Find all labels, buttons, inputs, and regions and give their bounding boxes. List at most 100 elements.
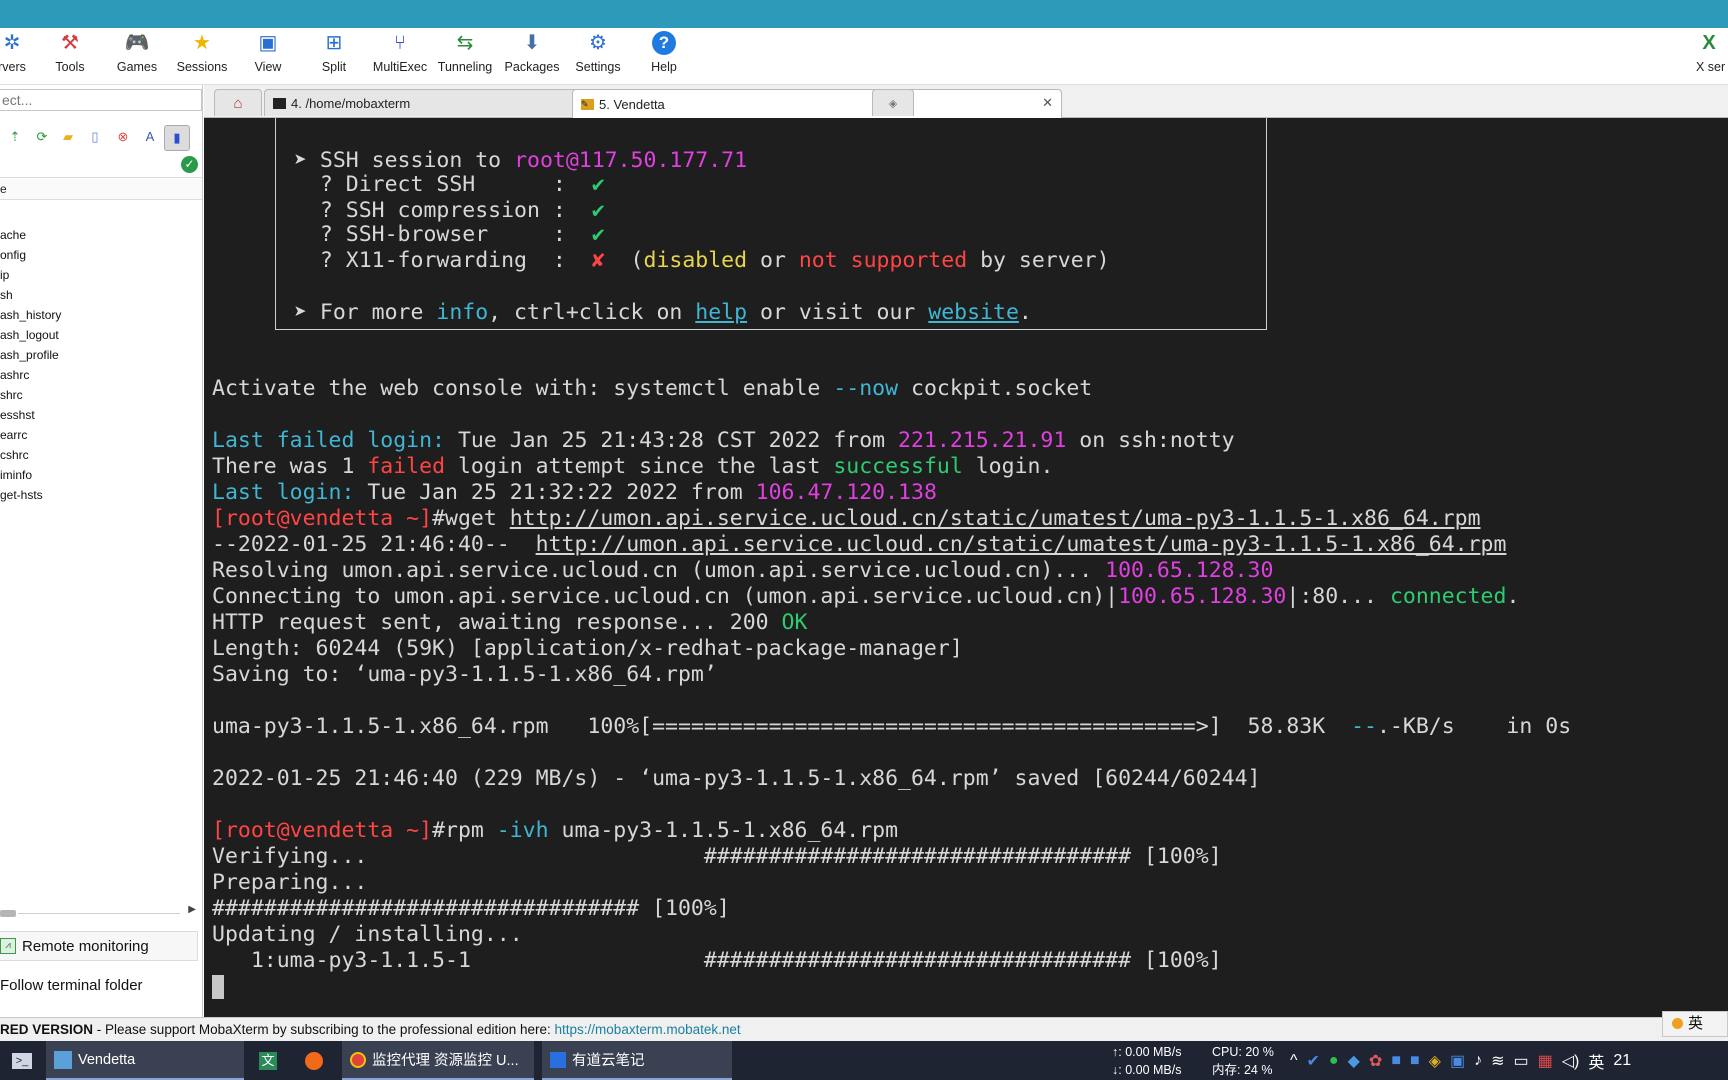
close-icon[interactable]: ✕ bbox=[1042, 95, 1053, 111]
volume-icon[interactable]: ◁) bbox=[1562, 1051, 1580, 1071]
sidebar-tools: ⇡ ⟳ ▰ ▯ ⊗ A ▮ bbox=[0, 125, 202, 151]
terminal-line: Preparing... bbox=[212, 870, 368, 895]
tunneling-icon: ⇆ bbox=[456, 32, 474, 54]
taskbar: >_ Vendetta 文 监控代理 资源监控 U... 有道云笔记 ↑: 0.… bbox=[0, 1041, 1728, 1080]
list-item[interactable]: ash_history bbox=[0, 305, 202, 325]
list-item[interactable]: cshrc bbox=[0, 445, 202, 465]
list-item[interactable]: ash_profile bbox=[0, 345, 202, 365]
toolbar-view-button[interactable]: ▣ View bbox=[252, 30, 284, 82]
list-item[interactable]: ash_logout bbox=[0, 325, 202, 345]
multiexec-icon: ⑂ bbox=[394, 32, 406, 54]
list-item[interactable]: get-hsts bbox=[0, 485, 202, 505]
terminal-line: Activate the web console with: systemctl… bbox=[212, 376, 1093, 401]
taskbar-youdao[interactable]: 有道云笔记 bbox=[542, 1041, 732, 1080]
terminal-cursor bbox=[212, 975, 224, 999]
upload-arrow-icon[interactable]: ⇡ bbox=[6, 128, 24, 146]
toolbar-games-button[interactable]: 🎮 Games bbox=[114, 30, 160, 82]
toolbar-tunneling-button[interactable]: ⇆ Tunneling bbox=[436, 30, 494, 82]
toolbar-split-button[interactable]: ⊞ Split bbox=[318, 30, 350, 82]
new-folder-icon[interactable]: ▰ bbox=[59, 128, 77, 146]
list-item[interactable]: onfig bbox=[0, 245, 202, 265]
website-link[interactable]: website bbox=[928, 300, 1019, 325]
microphone-icon[interactable]: ♪ bbox=[1474, 1052, 1482, 1070]
battery-icon[interactable]: ▭ bbox=[1514, 1051, 1529, 1071]
games-icon: 🎮 bbox=[124, 32, 150, 54]
tab-vendetta[interactable]: ✎ 5. Vendetta ✕ bbox=[572, 89, 1062, 118]
tray-wallet-icon[interactable]: ◈ bbox=[1429, 1051, 1441, 1071]
chevron-up-icon[interactable]: ^ bbox=[1290, 1052, 1298, 1070]
list-item[interactable]: ache bbox=[0, 225, 202, 245]
toggle-panel-icon[interactable]: ▮ bbox=[164, 125, 190, 151]
terminal-line: uma-py3-1.1.5-1.x86_64.rpm 100%[========… bbox=[212, 714, 1572, 739]
terminal-line: Saving to: ‘uma-py3-1.1.5-1.x86_64.rpm’ bbox=[212, 662, 717, 687]
tray-picture-icon[interactable]: ▣ bbox=[1450, 1051, 1465, 1071]
list-item[interactable]: earrc bbox=[0, 425, 202, 445]
list-item[interactable]: shrc bbox=[0, 385, 202, 405]
clock[interactable]: 21 bbox=[1613, 1052, 1631, 1070]
mobaxterm-link[interactable]: https://mobaxterm.mobatek.net bbox=[555, 1022, 741, 1037]
taskbar-chrome[interactable]: 监控代理 资源监控 U... bbox=[342, 1041, 534, 1080]
tray-app-icon[interactable]: ■ bbox=[1391, 1052, 1401, 1070]
terminal-line: There was 1 failed login attempt since t… bbox=[212, 454, 1054, 479]
ime-indicator[interactable]: 英 bbox=[1662, 1011, 1728, 1037]
list-item[interactable]: iminfo bbox=[0, 465, 202, 485]
system-tray: ^ ✔ ● ◆ ✿ ■ ■ ◈ ▣ ♪ ≋ ▭ ▦ ◁) 英 21 bbox=[1290, 1041, 1631, 1080]
toolbar-xserver-button[interactable]: X X ser bbox=[1696, 30, 1728, 82]
taskbar-firefox[interactable] bbox=[302, 1041, 326, 1080]
rename-icon[interactable]: A bbox=[141, 128, 159, 146]
taskbar-vendetta[interactable]: Vendetta bbox=[46, 1041, 244, 1080]
toolbar-help-button[interactable]: ? Help bbox=[648, 30, 680, 82]
list-item[interactable]: sh bbox=[0, 285, 202, 305]
antivirus-icon[interactable]: ▦ bbox=[1538, 1051, 1553, 1071]
ime-dot-icon bbox=[1672, 1018, 1683, 1029]
sidebar-search-input[interactable]: ect... bbox=[0, 89, 202, 111]
toolbar-settings-button[interactable]: ⚙ Settings bbox=[572, 30, 624, 82]
terminal-line: ? Direct SSH : ✔ bbox=[294, 172, 605, 197]
list-item[interactable]: ashrc bbox=[0, 365, 202, 385]
scroll-right-icon[interactable]: ▶ bbox=[188, 904, 196, 915]
toolbar-servers-button[interactable]: ✲ rvers bbox=[0, 30, 30, 82]
servers-icon: ✲ bbox=[3, 32, 21, 54]
terminal-cursor-line bbox=[212, 974, 224, 1000]
terminal-line: [root@vendetta ~]#rpm -ivh uma-py3-1.1.5… bbox=[212, 818, 899, 843]
packages-icon: ⬇ bbox=[523, 32, 541, 54]
tab-home[interactable]: ⌂ bbox=[214, 89, 262, 116]
notepad-icon: 文 bbox=[259, 1051, 277, 1070]
list-item[interactable]: esshst bbox=[0, 405, 202, 425]
home-icon: ⌂ bbox=[233, 94, 243, 112]
toolbar-sessions-button[interactable]: ★ Sessions bbox=[176, 30, 228, 82]
terminal-icon bbox=[273, 97, 286, 109]
tray-shield-icon[interactable]: ◆ bbox=[1348, 1051, 1360, 1071]
tray-gear-icon[interactable]: ✿ bbox=[1369, 1051, 1382, 1071]
taskbar-notepad[interactable]: 文 bbox=[256, 1041, 280, 1080]
input-language[interactable]: 英 bbox=[1588, 1049, 1604, 1073]
file-column-header[interactable]: e bbox=[0, 179, 202, 200]
list-item[interactable]: ip bbox=[0, 265, 202, 285]
remote-monitoring-button[interactable]: ⩘ Remote monitoring bbox=[0, 931, 198, 961]
terminal-line: 2022-01-25 21:46:40 (229 MB/s) - ‘uma-py… bbox=[212, 766, 1261, 791]
refresh-icon[interactable]: ⟳ bbox=[33, 128, 51, 146]
scrollbar-thumb[interactable] bbox=[0, 910, 16, 917]
wifi-icon[interactable]: ≋ bbox=[1491, 1051, 1504, 1071]
help-link[interactable]: help bbox=[695, 300, 747, 325]
terminal-taskbar-icon[interactable]: >_ bbox=[4, 1041, 40, 1080]
tray-check-icon[interactable]: ✔ bbox=[1307, 1051, 1320, 1071]
terminal-line: Connecting to umon.api.service.ucloud.cn… bbox=[212, 584, 1520, 609]
terminal-line: ➤ SSH session to root@117.50.177.71 bbox=[294, 148, 748, 173]
terminal-view[interactable]: ➤ SSH session to root@117.50.177.71 ? Di… bbox=[204, 118, 1728, 1017]
terminal-line: ? SSH-browser : ✔ bbox=[294, 222, 605, 247]
toolbar-multiexec-button[interactable]: ⑂ MultiExec bbox=[372, 30, 428, 82]
terminal-line: ? X11-forwarding : ✘ (disabled or not su… bbox=[294, 248, 1110, 273]
new-file-icon[interactable]: ▯ bbox=[86, 128, 104, 146]
new-tab-button[interactable]: ◈ bbox=[872, 89, 914, 116]
delete-icon[interactable]: ⊗ bbox=[114, 128, 132, 146]
toolbar-packages-button[interactable]: ⬇ Packages bbox=[504, 30, 560, 82]
sidebar-horizontal-scrollbar[interactable]: ▶ bbox=[0, 904, 198, 919]
terminal-line: Resolving umon.api.service.ucloud.cn (um… bbox=[212, 558, 1274, 583]
wechat-icon[interactable]: ● bbox=[1329, 1052, 1339, 1070]
follow-terminal-folder-checkbox[interactable]: Follow terminal folder bbox=[0, 970, 198, 1000]
sidebar: ect... ⇡ ⟳ ▰ ▯ ⊗ A ▮ ✓ e ache onfig ip s… bbox=[0, 85, 203, 1017]
youdao-icon bbox=[550, 1051, 566, 1068]
toolbar-tools-button[interactable]: ⚒ Tools bbox=[50, 30, 90, 82]
tray-note-icon[interactable]: ■ bbox=[1410, 1052, 1420, 1070]
